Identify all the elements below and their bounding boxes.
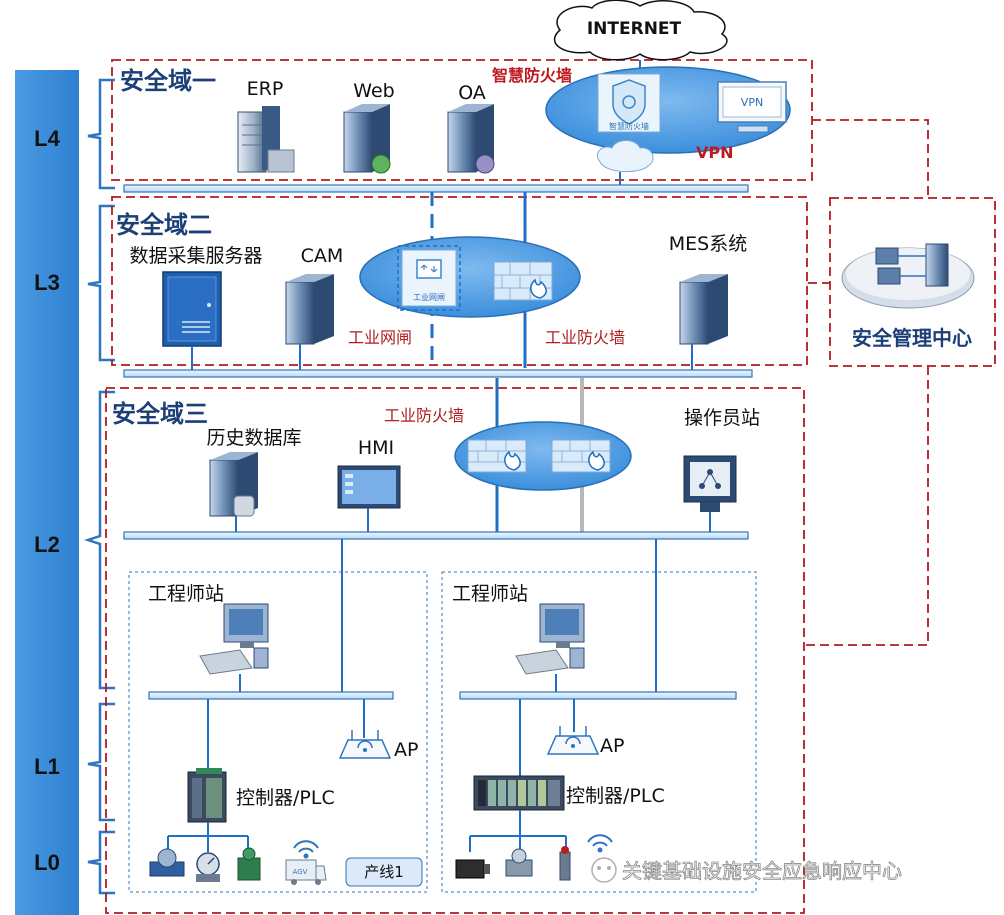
level-braces — [84, 78, 115, 895]
line-tag-text: 产线1 — [364, 863, 404, 881]
plc-left-icon — [187, 768, 227, 823]
line-left-bus — [148, 691, 394, 700]
servo-motor-icon — [455, 859, 490, 879]
line-left-box — [128, 571, 428, 893]
agv-text: AGV — [293, 868, 308, 876]
l3-firewall-icon — [493, 261, 553, 301]
level-l1-label: L1 — [34, 754, 60, 779]
oa-label: OA — [458, 82, 486, 104]
operator-label: 操作员站 — [684, 407, 760, 429]
zone3-title: 安全域三 — [112, 400, 208, 428]
valve-icon — [237, 847, 261, 881]
plc-right-label: 控制器/PLC — [566, 785, 665, 807]
hmi-icon — [337, 465, 401, 509]
cam-label: CAM — [301, 245, 344, 267]
gatekeeper-label: 工业网闸 — [348, 328, 412, 347]
plc-left-label: 控制器/PLC — [236, 787, 335, 809]
line-tag: 产线1 — [345, 857, 423, 887]
mes-server-icon — [679, 274, 728, 345]
agv-icon: AGV — [285, 859, 327, 885]
level-l4-label: L4 — [34, 126, 60, 151]
flowmeter-icon — [149, 848, 185, 877]
l4-network-bus — [123, 184, 749, 193]
l3-network-bus — [123, 369, 753, 378]
zone2-title: 安全域二 — [116, 211, 212, 239]
erp-server-icon — [237, 106, 295, 173]
line-right-box — [441, 571, 757, 893]
security-center-link-top — [812, 119, 929, 198]
smart-firewall-label: 智慧防火墙 — [492, 66, 572, 85]
web-label: Web — [353, 80, 394, 102]
smart-firewall-icon-text: 智慧防火墙 — [609, 121, 649, 131]
actuator-icon — [505, 848, 533, 877]
web-server-icon — [343, 104, 391, 174]
l2-firewall-icon-left — [467, 439, 527, 473]
watermark: 关键基础设施安全应急响应中心 — [591, 857, 902, 883]
engineer-left-label: 工程师站 — [148, 583, 224, 605]
zone1-title: 安全域一 — [120, 67, 216, 95]
mes-label: MES系统 — [669, 233, 747, 255]
security-center-icon — [841, 243, 975, 309]
operator-station-icon — [683, 455, 737, 512]
l2-firewall-icon-right — [551, 439, 611, 473]
level-l3-label: L3 — [34, 270, 60, 295]
level-l0-label: L0 — [34, 850, 60, 875]
erp-label: ERP — [247, 78, 284, 100]
l2-network-bus — [123, 531, 749, 540]
l3-firewall-label: 工业防火墙 — [545, 328, 625, 347]
pressure-gauge-icon — [196, 852, 220, 882]
security-center-label: 安全管理中心 — [852, 326, 972, 350]
l2-firewall-label: 工业防火墙 — [384, 406, 464, 425]
engineer-right-label: 工程师站 — [452, 583, 528, 605]
gatekeeper-icon-text: 工业网闸 — [413, 292, 445, 302]
sensor-icon — [559, 846, 571, 881]
collector-server-icon — [162, 271, 222, 347]
cam-server-icon — [285, 274, 334, 345]
historian-server-icon — [209, 452, 258, 517]
ap-left-label: AP — [394, 739, 418, 761]
vpn-label: VPN — [696, 143, 734, 162]
field-bus-left — [167, 822, 249, 852]
internet-label: INTERNET — [587, 19, 682, 39]
internet-cloud: INTERNET — [553, 0, 728, 61]
historian-label: 历史数据库 — [206, 427, 301, 449]
engineer-right-station-icon — [515, 603, 585, 675]
watermark-text: 关键基础设施安全应急响应中心 — [622, 859, 902, 883]
wifi-left-icon — [293, 840, 319, 859]
line-right-bus — [459, 691, 737, 700]
engineer-left-station-icon — [199, 603, 269, 675]
collector-label: 数据采集服务器 — [129, 245, 262, 267]
gatekeeper-icon: 工业网闸 — [397, 245, 461, 311]
smart-firewall-icon: 智慧防火墙 — [597, 73, 661, 133]
wifi-right-icon — [587, 834, 613, 853]
level-l2-label: L2 — [34, 532, 60, 557]
security-center-link-bottom — [805, 366, 929, 646]
network-architecture-diagram: L4 L3 L2 L1 L0 INTERNET 安全域一 智慧防火墙 ERP W… — [15, 0, 996, 915]
field-bus-right — [469, 810, 567, 852]
ap-right-label: AP — [600, 735, 624, 757]
plc-right-icon — [473, 775, 565, 811]
oa-server-icon — [447, 104, 495, 174]
hmi-label: HMI — [358, 437, 394, 459]
level-bar — [15, 70, 79, 915]
vpn-device-text: VPN — [741, 96, 763, 109]
